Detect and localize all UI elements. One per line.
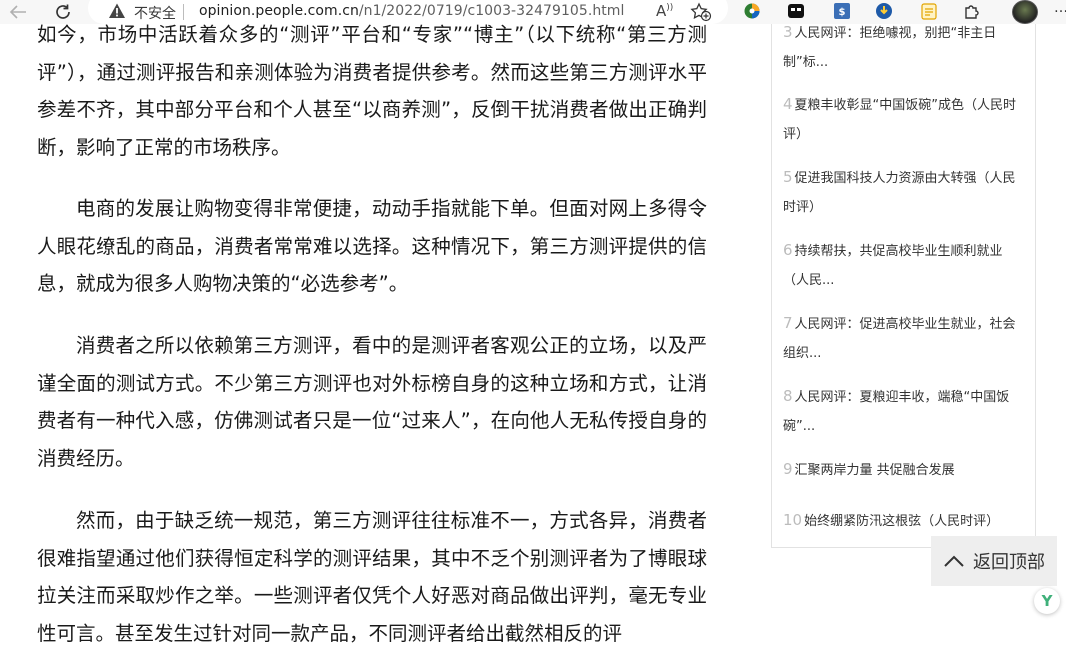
arrow-left-icon <box>9 5 26 19</box>
reload-button[interactable] <box>46 0 80 24</box>
security-label[interactable]: 不安全 <box>134 3 176 23</box>
article-paragraph: 电商的发展让购物变得非常便捷，动动手指就能下单。但面对网上多得令人眼花缭乱的商品… <box>37 197 707 295</box>
article-paragraph: 然而，由于缺乏统一规范，第三方测评往往标准不一，方式各异，消费者很难指望通过他们… <box>37 509 707 645</box>
back-to-top-label: 返回顶部 <box>973 552 1045 573</box>
ranking-number: 6 <box>783 241 793 259</box>
download-ext-icon[interactable] <box>874 2 894 20</box>
address-divider <box>183 4 184 20</box>
browser-toolbar: 不安全 opinion.people.com.cn/n1/2022/0719/c… <box>0 0 1066 24</box>
badge-label: Y <box>1041 592 1053 610</box>
ranking-item[interactable]: 6 持续帮扶，共促高校毕业生顺利就业（人民... <box>783 236 1028 295</box>
reload-icon <box>56 4 70 19</box>
ranking-number: 9 <box>783 460 793 478</box>
ranking-number: 7 <box>783 314 793 332</box>
ranking-title[interactable]: 人民网评：夏粮迎丰收，端稳“中国饭碗”... <box>783 390 1009 434</box>
back-button[interactable] <box>0 0 36 24</box>
translate-ext-icon[interactable]: $ <box>832 2 852 20</box>
floating-badge-icon[interactable]: Y <box>1034 588 1060 614</box>
add-favorite-icon[interactable] <box>690 2 712 22</box>
ranking-title[interactable]: 促进我国科技人力资源由大转强（人民时评） <box>783 171 1016 215</box>
profile-avatar[interactable] <box>1012 0 1038 24</box>
more-menu-icon[interactable]: … <box>1054 0 1066 16</box>
ranking-item[interactable]: 3 人民网评：拒绝噱视，别把“非主日制”标... <box>783 18 1028 77</box>
ranking-number: 5 <box>783 168 793 186</box>
puzzle-icon[interactable] <box>962 2 982 20</box>
read-aloud-label: A <box>656 2 667 20</box>
ranking-item[interactable]: 9 汇聚两岸力量 共促融合发展 <box>783 455 1028 485</box>
ranking-item[interactable]: 5 促进我国科技人力资源由大转强（人民时评） <box>783 163 1028 222</box>
ranking-item[interactable]: 10 始终绷紧防汛这根弦（人民时评） <box>783 506 1028 536</box>
article-paragraph: 消费者之所以依赖第三方测评，看中的是测评者客观公正的立场，以及严谨全面的测试方式… <box>37 334 707 470</box>
ranking-number: 4 <box>783 95 793 113</box>
ranking-sidebar: 3 人民网评：拒绝噱视，别把“非主日制”标... 4 夏粮丰收彰显“中国饭碗”成色（… <box>771 0 1036 548</box>
game-ext-icon[interactable] <box>786 2 806 20</box>
color-ext-icon[interactable] <box>742 2 762 20</box>
ranking-title[interactable]: 夏粮丰收彰显“中国饭碗”成色（人民时评） <box>783 98 1016 142</box>
chevron-up-icon <box>944 555 964 567</box>
back-to-top-button[interactable]: 返回顶部 <box>931 536 1057 586</box>
ranking-number: 10 <box>783 511 803 529</box>
ranking-number: 3 <box>783 23 793 41</box>
read-aloud-icon[interactable]: A)) <box>656 2 673 20</box>
ranking-title[interactable]: 持续帮扶，共促高校毕业生顺利就业（人民... <box>783 244 1003 288</box>
ranking-item[interactable]: 4 夏粮丰收彰显“中国饭碗”成色（人民时评） <box>783 90 1028 149</box>
warning-icon[interactable] <box>108 2 126 20</box>
url-host: opinion.people.com.cn <box>199 3 359 19</box>
ranking-title[interactable]: 始终绷紧防汛这根弦（人民时评） <box>804 514 999 529</box>
ranking-item[interactable]: 7 人民网评：促进高校毕业生就业，社会组织... <box>783 309 1028 368</box>
svg-text:$: $ <box>839 7 846 18</box>
ranking-item[interactable]: 8 人民网评：夏粮迎丰收，端稳“中国饭碗”... <box>783 382 1028 441</box>
ranking-number: 8 <box>783 387 793 405</box>
url-path: /n1/2022/0719/c1003-32479105.html <box>358 3 625 19</box>
ranking-title[interactable]: 人民网评：促进高校毕业生就业，社会组织... <box>783 317 1016 361</box>
url-text[interactable]: opinion.people.com.cn/n1/2022/0719/c1003… <box>199 3 624 19</box>
ranking-title[interactable]: 汇聚两岸力量 共促融合发展 <box>795 463 955 478</box>
article-body: 如今，市场中活跃着众多的“测评”平台和“专家”“博主”（以下统称“第三方测评”）… <box>37 0 707 648</box>
article-paragraph: 如今，市场中活跃着众多的“测评”平台和“专家”“博主”（以下统称“第三方测评”）… <box>37 23 707 159</box>
notes-ext-icon[interactable] <box>919 2 939 20</box>
ranking-title[interactable]: 人民网评：拒绝噱视，别把“非主日制”标... <box>783 26 996 70</box>
